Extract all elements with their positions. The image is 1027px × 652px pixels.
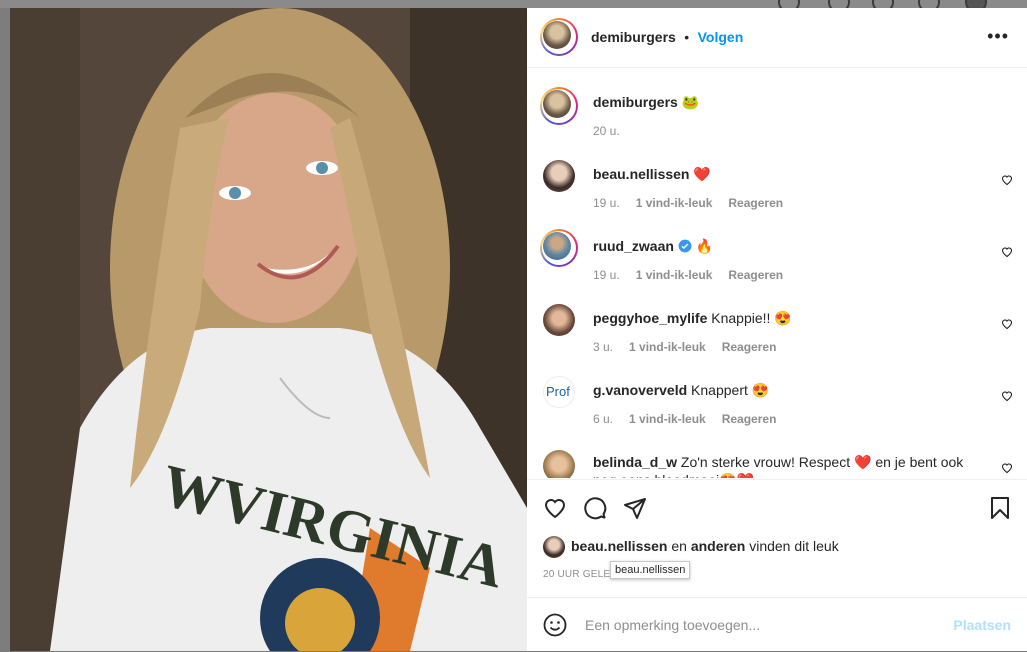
likes-suffix: vinden dit leuk xyxy=(749,538,839,554)
comment-body: Knappert xyxy=(691,382,748,398)
author-username[interactable]: demiburgers xyxy=(591,29,676,45)
comment-likes[interactable]: 1 vind-ik-leuk xyxy=(636,268,713,282)
likes-conj: en xyxy=(671,538,687,554)
caption-text: demiburgers 🐸 xyxy=(593,93,973,111)
like-comment-heart-icon[interactable] xyxy=(1001,246,1013,258)
comment-row: ruud_zwaan 🔥 19 u. 1 vind-ik-leuk Reageren xyxy=(527,228,1027,300)
author-avatar[interactable] xyxy=(540,18,578,56)
avatar-logo-text: Prof xyxy=(546,384,570,399)
reply-button[interactable]: Reageren xyxy=(728,268,783,282)
commenter-username[interactable]: beau.nellissen xyxy=(593,166,689,182)
comment-meta: 3 u. 1 vind-ik-leuk Reageren xyxy=(593,340,776,354)
comment-time[interactable]: 19 u. xyxy=(593,196,620,210)
comment-row: beau.nellissen ❤️ 19 u. 1 vind-ik-leuk Rea… xyxy=(527,156,1027,228)
post-comment-button[interactable]: Plaatsen xyxy=(953,617,1011,633)
comment-time[interactable]: 6 u. xyxy=(593,412,613,426)
username-tooltip: beau.nellissen xyxy=(610,561,691,579)
more-options-icon[interactable]: ••• xyxy=(987,26,1009,47)
add-comment-bar: Plaatsen xyxy=(527,597,1027,652)
commenter-avatar[interactable] xyxy=(540,229,578,267)
comment-row: Prof g.vanoverveld Knappert 😍 6 u. 1 vind… xyxy=(527,372,1027,444)
commenter-avatar[interactable] xyxy=(543,450,575,478)
caption-username[interactable]: demiburgers xyxy=(593,94,678,110)
commenter-username[interactable]: peggyhoe_mylife xyxy=(593,310,707,326)
comment-emoji: 😍 xyxy=(774,310,792,326)
comment-time[interactable]: 19 u. xyxy=(593,268,620,282)
like-comment-heart-icon[interactable] xyxy=(1001,318,1013,330)
like-heart-icon[interactable] xyxy=(543,496,567,520)
comment-likes[interactable]: 1 vind-ik-leuk xyxy=(629,412,706,426)
comment-meta: 6 u. 1 vind-ik-leuk Reageren xyxy=(593,412,776,426)
comment-time[interactable]: 3 u. xyxy=(593,340,613,354)
comment-input[interactable] xyxy=(583,613,947,637)
author-avatar[interactable] xyxy=(540,87,578,125)
save-bookmark-icon[interactable] xyxy=(989,496,1011,520)
post-photo[interactable]: WVIRGINIA xyxy=(10,8,527,651)
comment-text: belinda_d_w Zo'n sterke vrouw! Respect ❤… xyxy=(593,453,983,478)
comment-text: beau.nellissen ❤️ xyxy=(593,165,973,183)
comment-emoji: ❤️ xyxy=(693,166,711,182)
comment-emoji: 🔥 xyxy=(695,238,714,254)
like-comment-heart-icon[interactable] xyxy=(1001,174,1013,186)
commenter-username[interactable]: belinda_d_w xyxy=(593,454,677,470)
comment-emoji: 😍 xyxy=(751,382,770,398)
others-link[interactable]: anderen xyxy=(691,538,745,554)
comment-body: Knappie!! xyxy=(711,310,771,326)
backdrop xyxy=(0,8,10,651)
follow-button[interactable]: Volgen xyxy=(698,29,744,45)
comments-list[interactable]: demiburgers 🐸 20 u. beau.nellissen ❤️ 19… xyxy=(527,68,1027,478)
comment-icon[interactable] xyxy=(583,496,607,520)
post-timestamp[interactable]: 20 UUR GELE xyxy=(543,569,610,580)
like-comment-heart-icon[interactable] xyxy=(1001,462,1013,474)
comment-row: belinda_d_w Zo'n sterke vrouw! Respect ❤… xyxy=(527,444,1027,478)
liker-username[interactable]: beau.nellissen xyxy=(571,538,667,554)
commenter-username[interactable]: g.vanoverveld xyxy=(593,382,687,398)
comment-likes[interactable]: 1 vind-ik-leuk xyxy=(636,196,713,210)
caption-time[interactable]: 20 u. xyxy=(593,124,620,138)
commenter-avatar[interactable] xyxy=(543,160,575,192)
reply-button[interactable]: Reageren xyxy=(728,196,783,210)
comment-text: g.vanoverveld Knappert 😍 xyxy=(593,381,973,399)
post-side-panel: demiburgers • Volgen ••• demiburgers 🐸 2… xyxy=(527,8,1027,651)
comment-row: peggyhoe_mylife Knappie!! 😍 3 u. 1 vind-i… xyxy=(527,300,1027,372)
comment-text: ruud_zwaan 🔥 xyxy=(593,237,973,255)
emoji-picker-icon[interactable] xyxy=(543,613,567,637)
separator-dot: • xyxy=(684,29,690,45)
comment-meta: 19 u. 1 vind-ik-leuk Reageren xyxy=(593,196,783,210)
commenter-avatar[interactable] xyxy=(543,304,575,336)
comment-meta: 19 u. 1 vind-ik-leuk Reageren xyxy=(593,268,783,282)
reply-button[interactable]: Reageren xyxy=(722,340,777,354)
post-header: demiburgers • Volgen ••• xyxy=(527,8,1027,68)
post-actions: beau.nellissen en anderen vinden dit leu… xyxy=(527,479,1027,598)
verified-badge-icon xyxy=(678,239,692,253)
like-comment-heart-icon[interactable] xyxy=(1001,390,1013,402)
frog-emoji: 🐸 xyxy=(681,94,700,110)
comment-likes[interactable]: 1 vind-ik-leuk xyxy=(629,340,706,354)
reply-button[interactable]: Reageren xyxy=(722,412,777,426)
commenter-avatar[interactable]: Prof xyxy=(543,376,575,408)
likes-summary: beau.nellissen en anderen vinden dit leu… xyxy=(571,538,839,554)
liker-avatar[interactable] xyxy=(543,536,565,558)
commenter-username[interactable]: ruud_zwaan xyxy=(593,238,674,254)
caption-row: demiburgers 🐸 20 u. xyxy=(527,84,1027,156)
browser-top-strip xyxy=(0,0,1027,13)
share-send-icon[interactable] xyxy=(623,496,647,520)
post-image: WVIRGINIA xyxy=(10,8,527,651)
comment-text: peggyhoe_mylife Knappie!! 😍 xyxy=(593,309,973,327)
